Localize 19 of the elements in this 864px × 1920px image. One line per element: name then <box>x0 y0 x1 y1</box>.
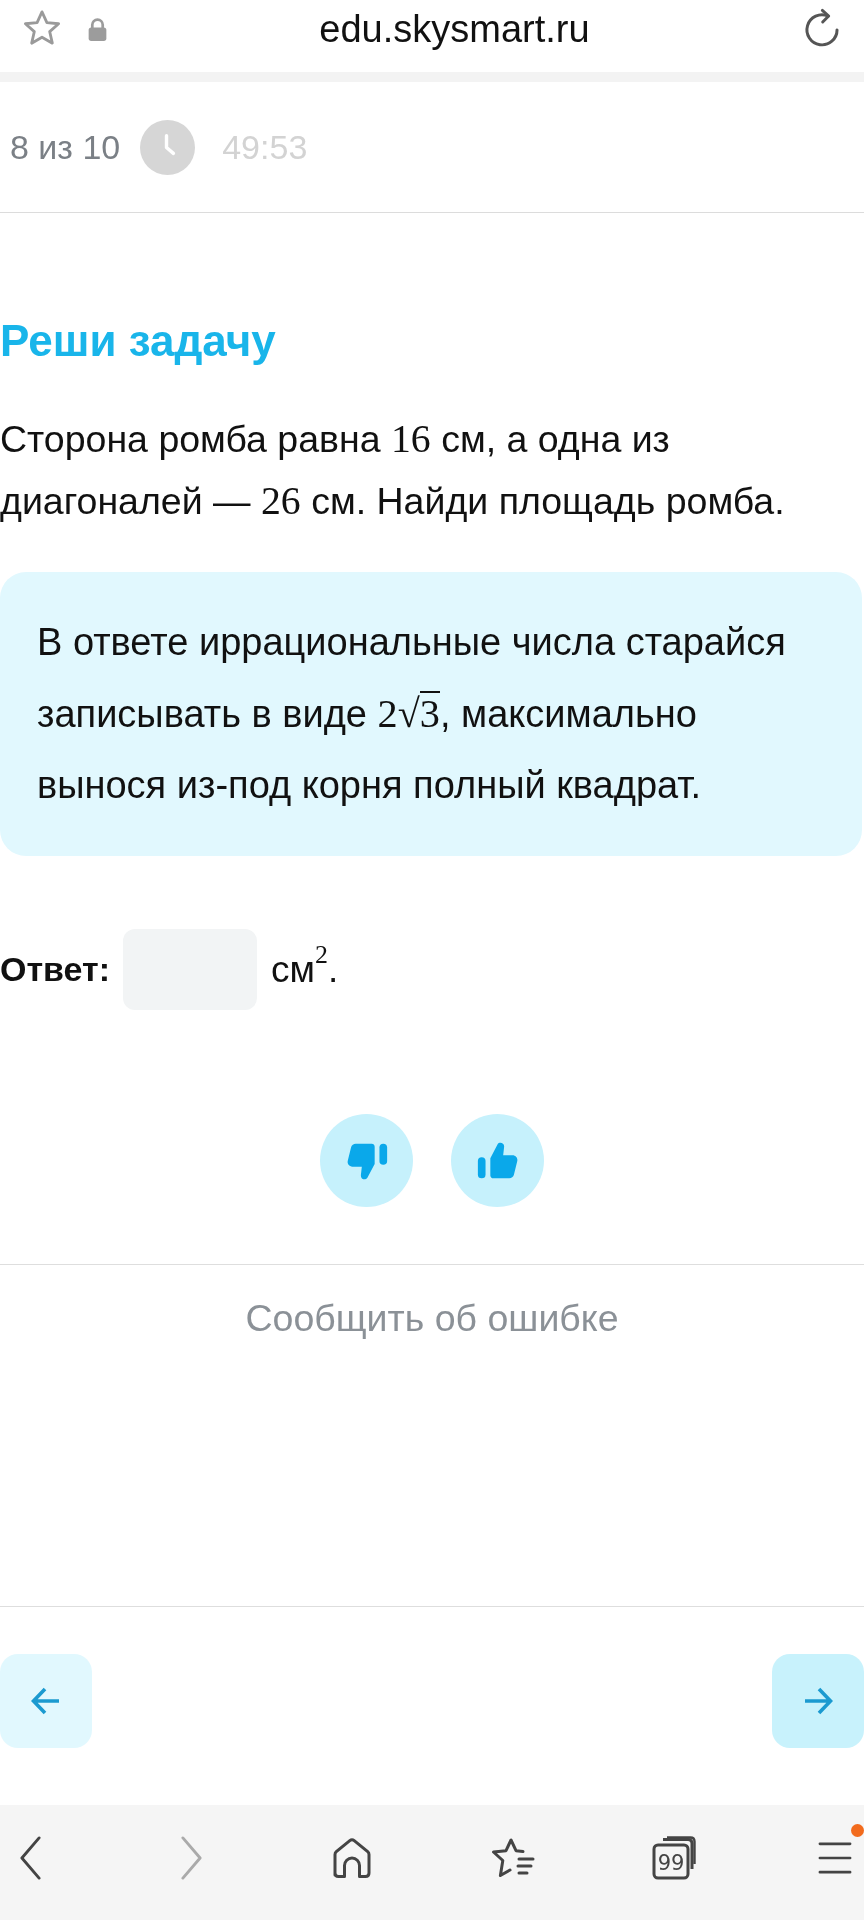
back-icon[interactable] <box>18 1836 42 1880</box>
answer-label: Ответ: <box>0 950 110 989</box>
menu-icon[interactable] <box>818 1841 852 1875</box>
task-heading: Реши задачу <box>0 315 277 367</box>
tabs-button[interactable]: 99 <box>652 1836 696 1880</box>
question-counter: 8 из 10 <box>10 127 121 167</box>
url-text[interactable]: edu.skysmart.ru <box>108 7 801 51</box>
clock-icon <box>140 119 196 175</box>
lock-icon <box>87 16 108 42</box>
home-icon[interactable] <box>332 1837 372 1879</box>
tabs-icon <box>652 1836 696 1880</box>
bookmarks-icon[interactable] <box>490 1836 536 1880</box>
unit-text: см$^{2}$. <box>271 948 339 991</box>
previous-button[interactable] <box>0 1654 92 1748</box>
hint-text: В ответе иррациональные числа старайся записывать в виде 2√3, максимально вынося из-под корня полный квадрат. <box>37 620 787 808</box>
arrow-right-icon <box>802 1685 834 1717</box>
arrow-left-icon <box>30 1685 62 1717</box>
task-text: Сторона ромба равна 16 см, а одна из диагоналей — 26 см. Найди площадь ромба. <box>0 416 786 525</box>
next-button[interactable] <box>772 1654 864 1748</box>
